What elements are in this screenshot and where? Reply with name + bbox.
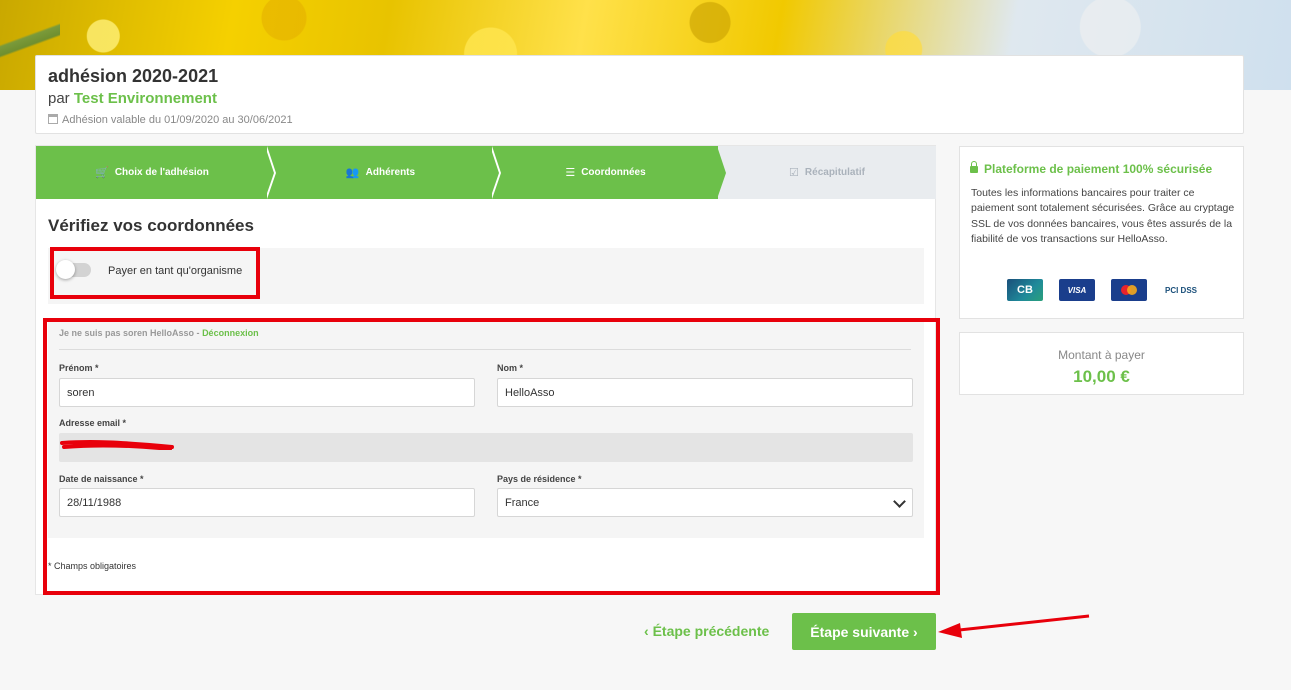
secure-payment-text: Toutes les informations bancaires pour t… — [971, 187, 1235, 245]
step-coordonnees[interactable]: ☰ Coordonnées — [493, 146, 718, 199]
step-separator — [717, 146, 726, 199]
payment-card-logos: CB VISA PCI DSS — [1007, 278, 1199, 302]
cart-icon: 🛒 — [95, 167, 109, 179]
check-square-icon: ☑ — [789, 167, 799, 179]
list-icon: ☰ — [565, 167, 576, 179]
secure-payment-card: Plateforme de paiement 100% sécurisée To… — [959, 146, 1244, 319]
chevron-right-icon: › — [909, 623, 918, 640]
amount-label: Montant à payer — [1058, 348, 1145, 362]
annotation-box-toggle — [50, 247, 260, 299]
step-separator — [490, 146, 499, 199]
mastercard-card-icon — [1111, 279, 1147, 301]
annotation-arrow-icon — [938, 614, 1090, 638]
organizer-line: par Test Environnement — [48, 90, 217, 107]
previous-step-button[interactable]: ‹ Étape précédente — [644, 623, 769, 639]
users-icon: 👥 — [345, 167, 360, 179]
step-adherents[interactable]: 👥 Adhérents — [268, 146, 493, 199]
step-recapitulatif: ☑ Récapitulatif — [718, 146, 936, 199]
validity-text: Adhésion valable du 01/09/2020 au 30/06/… — [62, 114, 293, 126]
next-step-button[interactable]: Étape suivante › — [792, 613, 936, 650]
by-prefix: par — [48, 90, 70, 107]
amount-card: Montant à payer 10,00 € — [959, 332, 1244, 395]
secure-payment-title: Plateforme de paiement 100% sécurisée — [970, 161, 1212, 176]
email-redaction-scribble — [60, 440, 174, 450]
pci-dss-icon: PCI DSS — [1163, 279, 1199, 301]
step-choix-adhesion[interactable]: 🛒 Choix de l'adhésion — [36, 146, 268, 199]
campaign-header: adhésion 2020-2021 par Test Environnemen… — [35, 55, 1244, 134]
lock-icon — [970, 161, 978, 173]
progress-steps: 🛒 Choix de l'adhésion 👥 Adhérents ☰ Coordon… — [36, 146, 936, 199]
step-separator — [265, 146, 274, 199]
validity-dates: Adhésion valable du 01/09/2020 au 30/06/… — [48, 114, 293, 126]
cb-card-icon: CB — [1007, 279, 1043, 301]
annotation-box-form — [43, 318, 940, 595]
amount-value: 10,00 € — [1073, 367, 1130, 386]
organizer-link[interactable]: Test Environnement — [74, 90, 217, 107]
section-title: Vérifiez vos coordonnées — [48, 216, 254, 235]
calendar-icon — [48, 114, 58, 124]
chevron-left-icon: ‹ — [644, 623, 653, 639]
page-title: adhésion 2020-2021 — [48, 66, 219, 86]
visa-card-icon: VISA — [1059, 279, 1095, 301]
